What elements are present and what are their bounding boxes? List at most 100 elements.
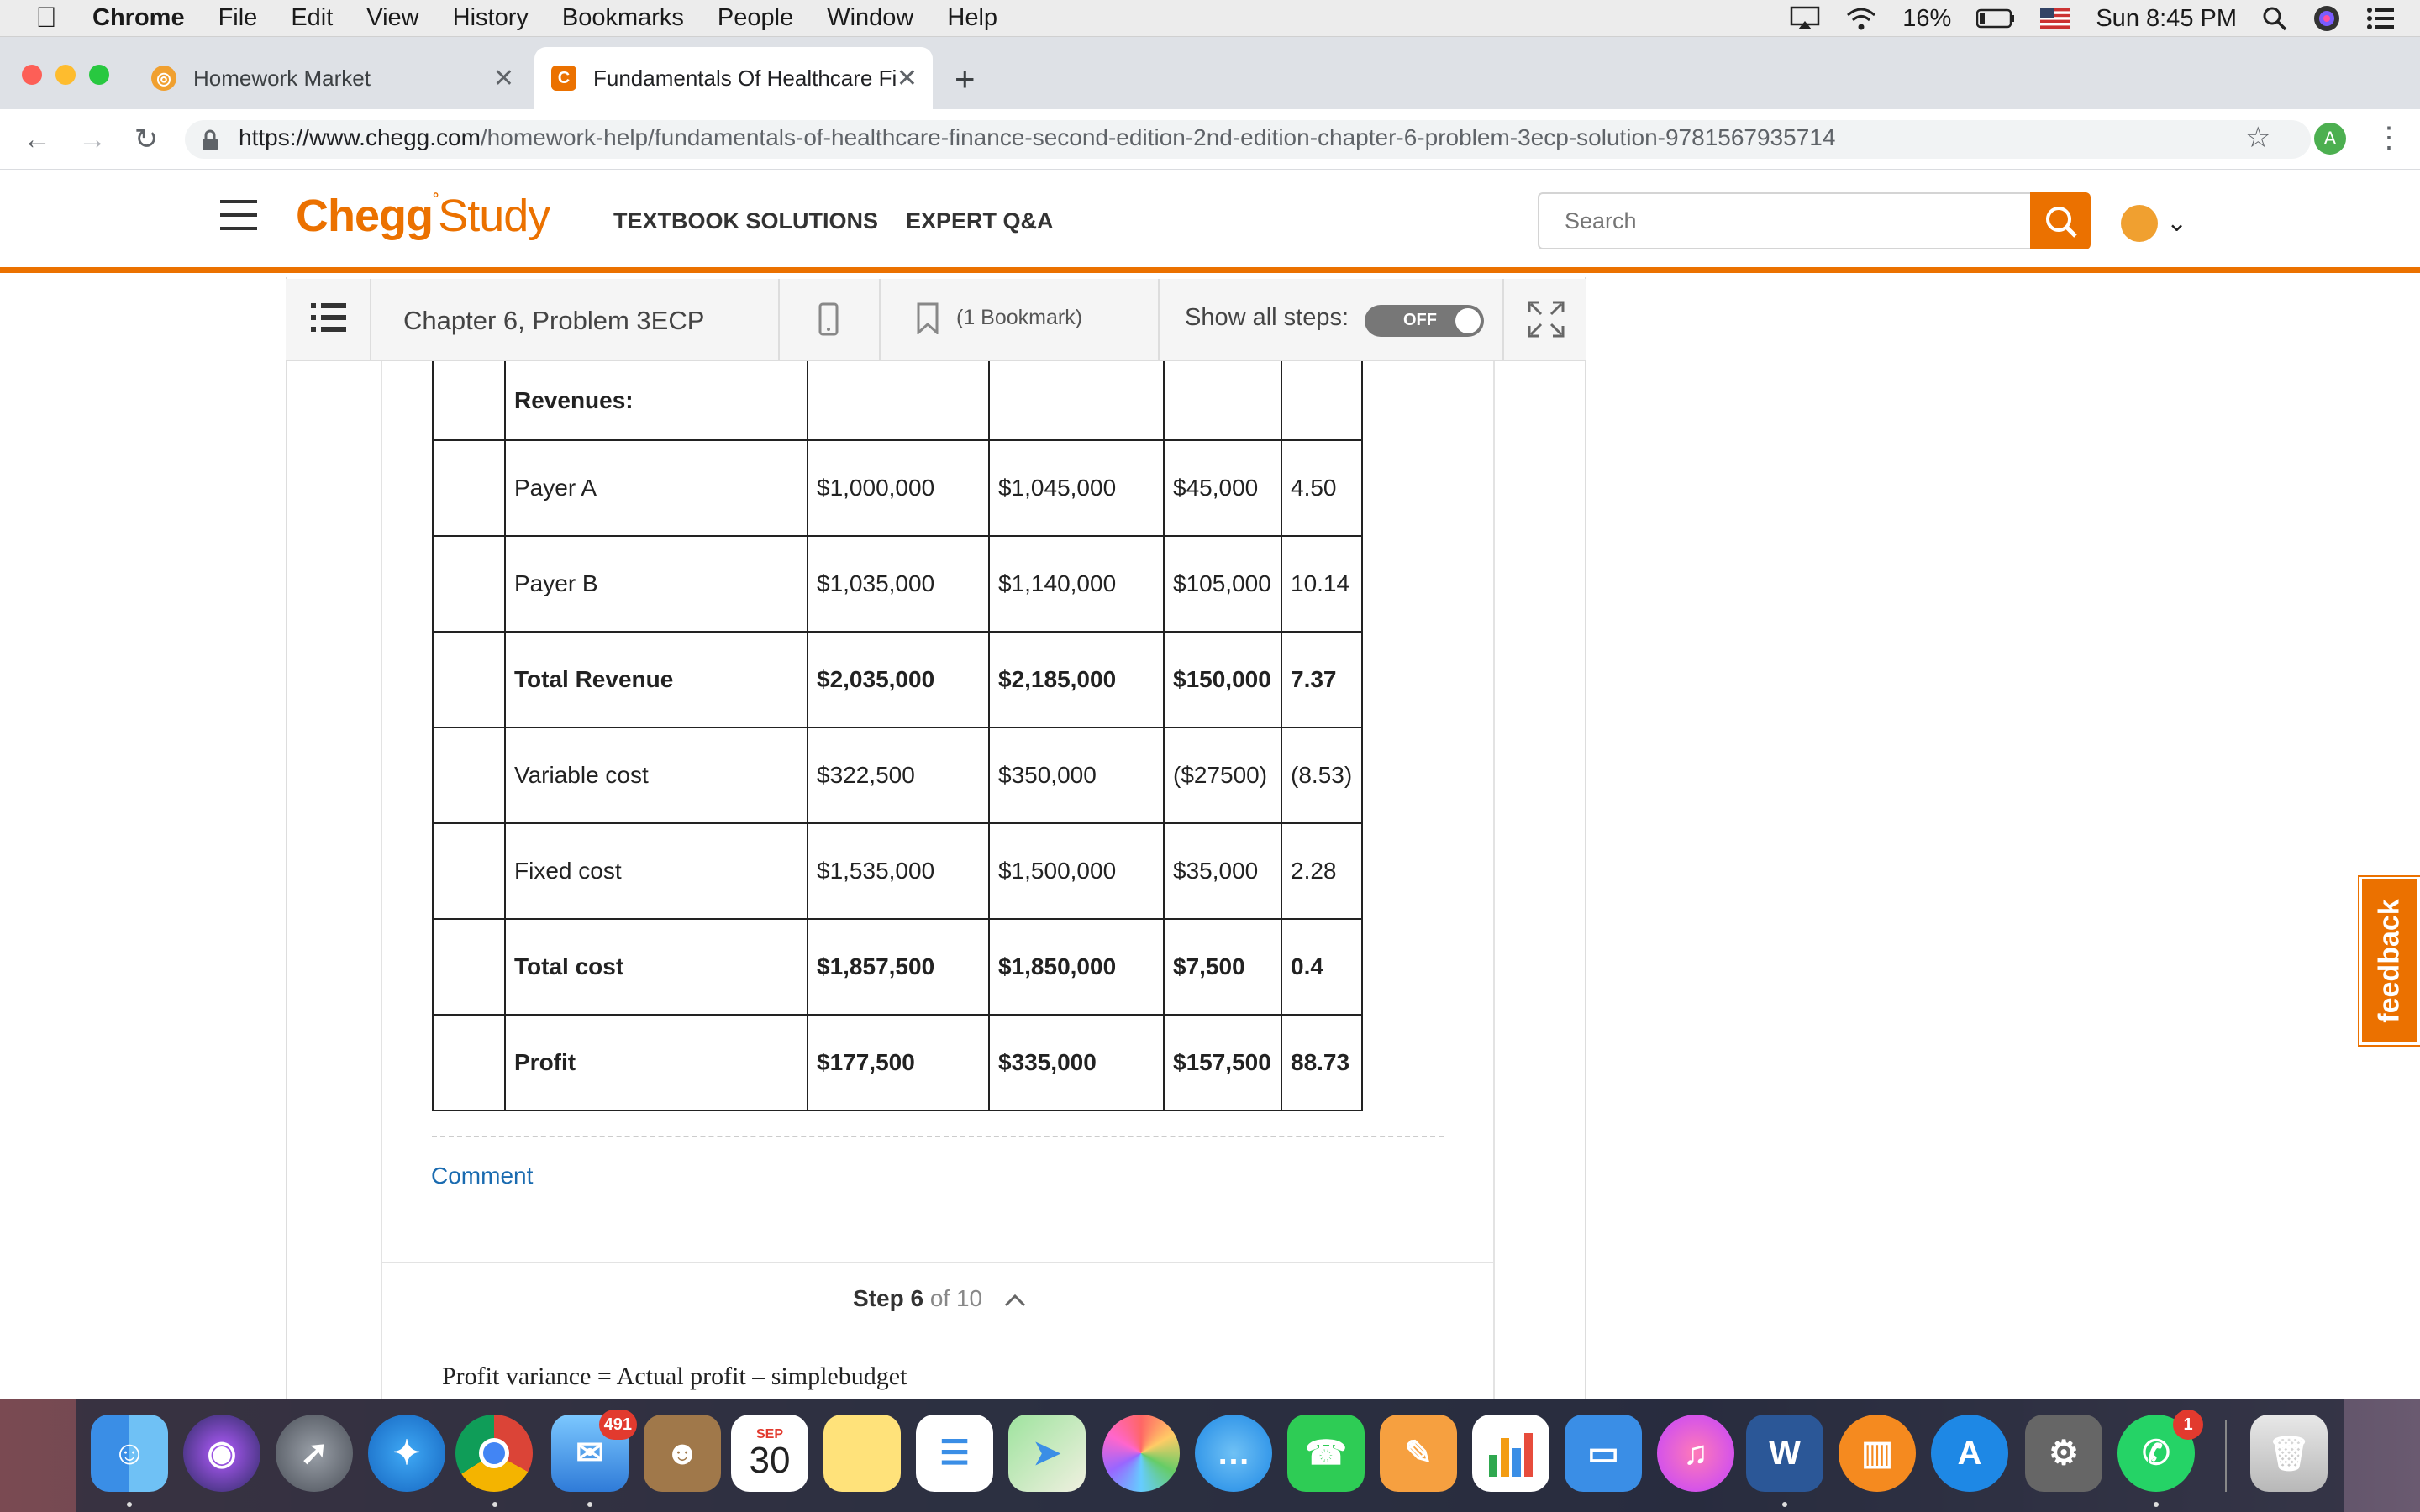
search-input[interactable] [1538,192,2032,249]
tab-close-icon[interactable]: ✕ [897,64,918,93]
chegg-study-logo[interactable]: Chegg°Study [296,190,550,242]
profile-avatar[interactable]: A [2314,123,2346,155]
tab-homework-market[interactable]: ◎ Homework Market ✕ [134,47,529,109]
launchpad-icon[interactable]: ➚ [276,1415,353,1492]
wifi-icon[interactable] [1845,6,1877,31]
dashed-divider [432,1136,1444,1137]
app-store-icon[interactable]: A [1931,1415,2008,1492]
photos-icon[interactable] [1102,1415,1180,1492]
menu-file[interactable]: File [218,4,258,32]
books-icon[interactable]: ▥ [1839,1415,1916,1492]
numbers-icon[interactable] [1472,1415,1549,1492]
nav-expert-qa[interactable]: EXPERT Q&A [906,208,1054,234]
reload-icon[interactable]: ↻ [128,121,165,158]
new-tab-plus-icon[interactable]: + [955,59,976,99]
itunes-icon[interactable]: ♫ [1657,1415,1734,1492]
trash-icon[interactable]: 🗑 [2250,1415,2328,1492]
cell-budget: $2,035,000 [807,631,990,728]
system-preferences-icon[interactable]: ⚙ [2025,1415,2102,1492]
nav-textbook-solutions[interactable]: TEXTBOOK SOLUTIONS [613,208,878,234]
window-zoom-button[interactable] [89,65,109,85]
step-header[interactable]: Step 6 of 10 [853,1285,1026,1312]
hamburger-menu-icon[interactable] [220,198,257,232]
facetime-icon[interactable]: ☎ [1287,1415,1365,1492]
menu-bookmarks[interactable]: Bookmarks [562,4,684,32]
cell-actual: $1,140,000 [988,535,1165,633]
step-current: Step 6 [853,1285,924,1311]
chevron-up-icon[interactable] [1004,1294,1026,1307]
menu-people[interactable]: People [718,4,793,32]
url-host: https://www.chegg.com [239,124,481,150]
cell-variance: $7,500 [1163,918,1282,1016]
reminders-icon[interactable]: ☰ [916,1415,993,1492]
calendar-day: 30 [749,1440,791,1481]
mail-icon[interactable]: ✉ 491 [551,1410,637,1492]
cell-actual: $335,000 [988,1014,1165,1111]
siri-dock-icon[interactable]: ◉ [183,1415,260,1492]
cell-variance: $157,500 [1163,1014,1282,1111]
menu-window[interactable]: Window [827,4,913,32]
keynote-icon[interactable]: ▭ [1565,1415,1642,1492]
cell-variance: $35,000 [1163,822,1282,920]
bookmark-star-icon[interactable]: ☆ [2245,121,2270,155]
chrome-dock-icon[interactable] [455,1415,533,1492]
menu-view[interactable]: View [366,4,418,32]
window-minimize-button[interactable] [55,65,76,85]
messages-icon[interactable]: … [1195,1415,1272,1492]
battery-icon[interactable] [1976,8,2015,29]
url-text[interactable]: https://www.chegg.com/homework-help/fund… [239,124,1835,151]
bookmark-icon[interactable] [916,302,939,334]
divider [879,279,881,361]
spotlight-search-icon[interactable] [2262,6,2287,31]
notes-icon[interactable] [823,1415,901,1492]
table-cell-blank [432,1014,506,1111]
finder-icon[interactable]: ☺ [91,1415,168,1492]
cell-percent: 0.4 [1281,918,1363,1016]
word-icon[interactable]: W [1746,1415,1823,1492]
running-indicator [587,1502,592,1507]
battery-percent: 16% [1902,4,1952,32]
table-row: Total cost $1,857,500 $1,850,000 $7,500 … [432,918,1363,1016]
pages-icon[interactable]: ✎ [1380,1415,1457,1492]
airplay-icon[interactable] [1790,6,1820,31]
calendar-icon[interactable]: SEP 30 [731,1415,808,1492]
table-row: Payer B $1,035,000 $1,140,000 $105,000 1… [432,535,1363,633]
cell-budget [807,361,990,441]
menu-help[interactable]: Help [947,4,997,32]
clock[interactable]: Sun 8:45 PM [2096,5,2237,33]
forward-arrow-icon[interactable]: → [74,121,111,158]
menu-edit[interactable]: Edit [291,4,333,32]
back-arrow-icon[interactable]: ← [18,121,55,158]
tab-close-icon[interactable]: ✕ [493,64,514,93]
apple-menu-icon[interactable]:  [0,2,92,34]
whatsapp-icon[interactable]: ✆ 1 [2118,1410,2203,1492]
table-cell-blank [432,535,506,633]
cell-percent [1281,361,1363,441]
contacts-icon[interactable]: ☻ [644,1415,721,1492]
notification-center-icon[interactable] [2366,7,2395,30]
user-avatar[interactable] [2121,205,2158,242]
us-flag-icon[interactable] [2040,8,2071,29]
lock-icon[interactable] [202,129,218,151]
expand-fullscreen-icon[interactable] [1528,301,1565,338]
menu-app-name[interactable]: Chrome [92,4,185,32]
safari-icon[interactable]: ✦ [368,1415,445,1492]
cell-actual: $1,045,000 [988,439,1165,537]
comment-link[interactable]: Comment [431,1163,533,1189]
row-label: Payer B [504,535,808,633]
table-row: Profit $177,500 $335,000 $157,500 88.73 [432,1014,1363,1111]
toc-list-icon[interactable] [311,302,346,333]
search-button[interactable] [2030,192,2091,249]
chrome-menu-icon[interactable]: ⋮ [2375,119,2403,156]
menu-history[interactable]: History [453,4,529,32]
tab-chegg-active[interactable]: C Fundamentals Of Healthcare Fi ✕ [534,47,933,109]
feedback-tab[interactable]: feedback [2358,875,2420,1047]
cell-budget: $1,035,000 [807,535,990,633]
siri-icon[interactable] [2312,4,2341,33]
chevron-down-icon[interactable]: ⌄ [2166,208,2187,238]
maps-icon[interactable]: ➤ [1008,1415,1086,1492]
mobile-device-icon[interactable] [818,302,839,336]
window-close-button[interactable] [22,65,42,85]
bookmark-count[interactable]: (1 Bookmark) [956,306,1082,330]
show-all-steps-toggle[interactable]: OFF [1365,305,1484,337]
